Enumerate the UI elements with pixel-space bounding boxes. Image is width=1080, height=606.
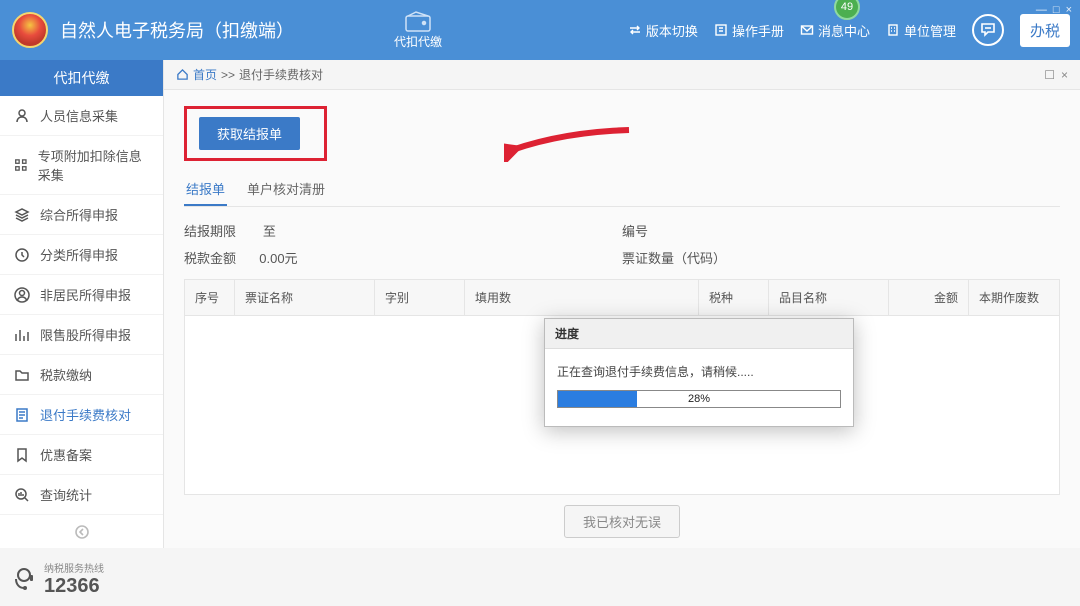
sidebar-item-label: 分类所得申报 (40, 245, 118, 264)
document-icon (14, 407, 30, 423)
sidebar-item-restricted-stock[interactable]: 限售股所得申报 (0, 315, 163, 355)
th-type: 字别 (375, 280, 465, 315)
folder-icon (14, 367, 30, 383)
chart-icon (14, 327, 30, 343)
tab-report[interactable]: 结报单 (184, 173, 227, 206)
version-switch-link[interactable]: 版本切换 (628, 21, 698, 40)
th-used: 填用数 (465, 280, 699, 315)
panel-collapse-icon[interactable]: ☐ (1044, 68, 1055, 82)
detail-rows: 结报期限 至 编号 税款金额 0.00元 票证数量（代码） (184, 221, 1060, 275)
headset-icon (10, 565, 38, 593)
modal-message: 正在查询退付手续费信息，请稍候..... (557, 363, 841, 380)
table-header: 序号 票证名称 字别 填用数 税种 品目名称 金额 本期作废数 (185, 280, 1059, 316)
period-label: 结报期限 (184, 221, 236, 240)
sidebar-item-tax-payment[interactable]: 税款缴纳 (0, 355, 163, 395)
footer-actions: 我已核对无误 (184, 495, 1060, 538)
units-link[interactable]: 单位管理 (886, 21, 956, 40)
th-tax-type: 税种 (699, 280, 769, 315)
handle-tax-button[interactable]: 办税 (1020, 14, 1070, 47)
bookmark-icon (14, 447, 30, 463)
modal-title: 进度 (545, 319, 853, 349)
sidebar-item-comprehensive[interactable]: 综合所得申报 (0, 195, 163, 235)
sidebar: 代扣代缴 人员信息采集 专项附加扣除信息采集 综合所得申报 分类所得申报 非居民… (0, 60, 164, 548)
sidebar-item-label: 查询统计 (40, 485, 92, 504)
header-center-link[interactable]: 代扣代缴 (394, 11, 442, 50)
amount-value: 0.00元 (259, 248, 297, 267)
chevron-left-icon (75, 525, 89, 539)
chat-icon[interactable] (972, 14, 1004, 46)
content-tabs: 结报单 单户核对清册 (184, 173, 1060, 207)
sidebar-item-query-stats[interactable]: 查询统计 (0, 475, 163, 515)
annotation-arrow-icon (504, 122, 634, 162)
sidebar-item-label: 专项附加扣除信息采集 (38, 146, 149, 184)
sidebar-item-special-deduct[interactable]: 专项附加扣除信息采集 (0, 136, 163, 195)
hotline: 纳税服务热线 12366 (0, 552, 163, 606)
period-to: 至 (263, 221, 276, 240)
breadcrumb-home-link[interactable]: 首页 (193, 66, 217, 83)
fetch-button-highlight: 获取结报单 (184, 106, 327, 161)
sidebar-item-refund-check[interactable]: 退付手续费核对 (0, 395, 163, 435)
sidebar-item-preferential[interactable]: 优惠备案 (0, 435, 163, 475)
th-voucher-name: 票证名称 (235, 280, 375, 315)
search-chart-icon (14, 487, 30, 503)
sidebar-item-label: 非居民所得申报 (40, 285, 131, 304)
home-icon (176, 68, 189, 81)
breadcrumb-sep: >> (221, 68, 235, 82)
swap-icon (628, 23, 642, 37)
voucher-label: 票证数量（代码） (622, 248, 726, 267)
wallet-icon (404, 11, 432, 33)
sidebar-item-label: 税款缴纳 (40, 365, 92, 384)
sidebar-item-label: 限售股所得申报 (40, 325, 131, 344)
book-icon (714, 23, 728, 37)
sidebar-item-label: 退付手续费核对 (40, 405, 131, 424)
sidebar-item-nonresident[interactable]: 非居民所得申报 (0, 275, 163, 315)
main-content: 首页 >> 退付手续费核对 ☐ × 获取结报单 结报单 单户核对清册 (164, 60, 1080, 548)
tab-checklist[interactable]: 单户核对清册 (245, 173, 327, 206)
sidebar-item-personnel[interactable]: 人员信息采集 (0, 96, 163, 136)
messages-link[interactable]: 消息中心 (800, 21, 870, 40)
progress-text: 28% (558, 391, 840, 407)
th-index: 序号 (185, 280, 235, 315)
fetch-report-button[interactable]: 获取结报单 (199, 117, 300, 150)
breadcrumb: 首页 >> 退付手续费核对 ☐ × (164, 60, 1080, 90)
panel-close-icon[interactable]: × (1061, 68, 1068, 82)
app-title: 自然人电子税务局（扣缴端） (60, 17, 294, 43)
mail-icon (800, 23, 814, 37)
progress-modal: 进度 正在查询退付手续费信息，请稍候..... 28% (544, 318, 854, 427)
clock-icon (14, 247, 30, 263)
confirm-checked-button[interactable]: 我已核对无误 (564, 505, 680, 538)
serial-label: 编号 (622, 221, 648, 240)
progress-bar: 28% (557, 390, 841, 408)
manual-link[interactable]: 操作手册 (714, 21, 784, 40)
th-item-name: 品目名称 (769, 280, 889, 315)
sidebar-header: 代扣代缴 (0, 60, 163, 96)
header-actions: 版本切换 操作手册 消息中心 单位管理 办税 (628, 0, 1070, 60)
person-circle-icon (14, 287, 30, 303)
person-icon (14, 108, 30, 124)
sidebar-item-label: 综合所得申报 (40, 205, 118, 224)
th-amount: 金额 (889, 280, 969, 315)
building-icon (886, 23, 900, 37)
sidebar-item-categorical[interactable]: 分类所得申报 (0, 235, 163, 275)
sidebar-item-label: 人员信息采集 (40, 106, 118, 125)
amount-label: 税款金额 (184, 248, 236, 267)
layers-icon (14, 207, 30, 223)
hotline-number: 12366 (44, 575, 104, 598)
hotline-label: 纳税服务热线 (44, 560, 104, 575)
grid-icon (14, 157, 28, 173)
app-logo (12, 12, 48, 48)
sidebar-collapse[interactable] (0, 515, 163, 552)
sidebar-item-label: 优惠备案 (40, 445, 92, 464)
th-void: 本期作废数 (969, 280, 1059, 315)
breadcrumb-current: 退付手续费核对 (239, 66, 323, 83)
app-header: — □ × 自然人电子税务局（扣缴端） 代扣代缴 49 版本切换 操作手册 消息… (0, 0, 1080, 60)
